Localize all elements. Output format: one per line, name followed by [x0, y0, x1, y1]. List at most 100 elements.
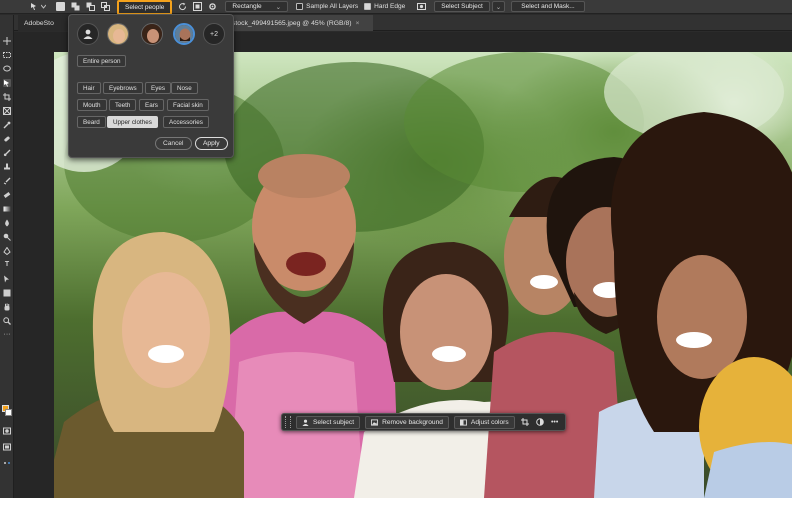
edit-toolbar-icon[interactable] — [3, 459, 11, 467]
image-icon — [371, 418, 379, 426]
dodge-tool-icon[interactable] — [3, 233, 11, 241]
crop-tool-icon[interactable] — [3, 93, 11, 101]
zoom-tool-icon[interactable] — [3, 317, 11, 325]
select-and-mask-button[interactable]: Select and Mask... — [511, 1, 585, 12]
chip-hair[interactable]: Hair — [77, 82, 101, 94]
chip-ears[interactable]: Ears — [139, 99, 164, 111]
clone-stamp-tool-icon[interactable] — [3, 163, 11, 171]
chip-entire-person[interactable]: Entire person — [77, 55, 127, 67]
more-options-icon[interactable]: ••• — [550, 417, 560, 427]
chip-label: Teeth — [115, 101, 131, 109]
chevron-down-icon[interactable] — [40, 2, 47, 11]
brush-tool-icon[interactable] — [3, 149, 11, 157]
chip-upper-clothes[interactable]: Upper clothes — [107, 116, 158, 128]
photoshop-window: Select people Rectangle ⌄ Sample All Lay… — [0, 0, 792, 498]
hard-edge-checkbox[interactable] — [364, 3, 372, 10]
select-subject-dropdown[interactable]: ⌄ — [491, 1, 506, 12]
tab-document-1[interactable]: AdobeSto — [18, 15, 74, 31]
chip-label: Nose — [177, 84, 192, 92]
chip-label: Beard — [83, 118, 100, 126]
remove-background-button[interactable]: Remove background — [365, 415, 449, 429]
object-selection-tool-icon[interactable] — [30, 2, 39, 11]
cancel-label: Cancel — [163, 140, 184, 147]
chip-label: Hair — [83, 84, 95, 92]
person-avatar-3[interactable] — [173, 23, 195, 45]
type-tool-icon[interactable]: T — [3, 261, 11, 269]
sample-all-layers-label: Sample All Layers — [306, 3, 359, 10]
chip-mouth[interactable]: Mouth — [77, 99, 107, 111]
chip-eyes[interactable]: Eyes — [145, 82, 171, 94]
chip-eyebrows[interactable]: Eyebrows — [103, 82, 143, 94]
refresh-icon[interactable] — [178, 2, 187, 11]
chip-facial-skin[interactable]: Facial skin — [167, 99, 209, 111]
screen-mode-icon[interactable] — [3, 443, 11, 451]
person-icon — [302, 419, 309, 426]
eyedropper-tool-icon[interactable] — [3, 121, 11, 129]
chip-label: Entire person — [83, 57, 121, 65]
sample-all-layers-checkbox[interactable] — [296, 3, 304, 10]
people-icon-button[interactable] — [77, 23, 99, 45]
show-overlay-icon[interactable] — [193, 2, 203, 11]
pen-tool-icon[interactable] — [3, 247, 11, 255]
healing-brush-tool-icon[interactable] — [3, 135, 11, 143]
move-tool-icon[interactable] — [3, 37, 11, 45]
shape-tool-icon[interactable] — [3, 289, 11, 297]
add-to-selection-icon[interactable] — [71, 2, 80, 11]
chip-accessories[interactable]: Accessories — [163, 116, 209, 128]
person-avatar-2[interactable] — [141, 23, 163, 45]
marquee-tool-icon[interactable] — [3, 51, 11, 59]
chip-label: Ears — [145, 101, 158, 109]
more-tools-icon[interactable]: ··· — [3, 331, 11, 339]
chip-teeth[interactable]: Teeth — [109, 99, 137, 111]
drag-handle-icon[interactable] — [285, 416, 291, 428]
apply-label: Apply — [203, 140, 220, 147]
frame-tool-icon[interactable] — [3, 107, 11, 115]
mode-dropdown-label: Rectangle — [232, 3, 262, 10]
person-avatar-1[interactable] — [107, 23, 129, 45]
cancel-button[interactable]: Cancel — [155, 137, 192, 150]
chip-label: Eyebrows — [109, 84, 137, 92]
select-subject-task-label: Select subject — [313, 418, 355, 426]
chevron-down-icon: ⌄ — [275, 3, 282, 11]
more-count-label: +2 — [210, 30, 218, 38]
gear-icon[interactable] — [208, 2, 217, 11]
chip-beard[interactable]: Beard — [77, 116, 106, 128]
path-selection-tool-icon[interactable] — [3, 275, 11, 283]
lasso-tool-icon[interactable] — [3, 65, 11, 73]
gradient-tool-icon[interactable] — [3, 205, 11, 213]
mode-dropdown[interactable]: Rectangle ⌄ — [225, 1, 289, 12]
remove-background-label: Remove background — [382, 418, 443, 426]
intersect-selection-icon[interactable] — [101, 2, 110, 11]
quick-mask-icon[interactable] — [3, 427, 11, 435]
background-color-swatch[interactable] — [5, 409, 12, 416]
person-icon — [83, 29, 93, 39]
more-people-count[interactable]: +2 — [203, 23, 225, 45]
subject-icon[interactable] — [417, 2, 427, 11]
subtract-from-selection-icon[interactable] — [86, 2, 95, 11]
tab-document-active[interactable]: stock_499491565.jpeg @ 45% (RGB/8) × — [226, 15, 374, 31]
object-selection-tool-icon[interactable] — [3, 79, 11, 87]
contrast-icon[interactable] — [535, 417, 545, 427]
chip-label: Mouth — [83, 101, 101, 109]
select-and-mask-label: Select and Mask... — [521, 3, 575, 10]
close-icon[interactable]: × — [356, 20, 360, 27]
blur-tool-icon[interactable] — [3, 219, 11, 227]
chip-label: Eyes — [151, 84, 165, 92]
select-subject-task-button[interactable]: Select subject — [296, 415, 361, 429]
tab-label: stock_499491565.jpeg @ 45% (RGB/8) — [232, 19, 352, 27]
tools-panel: T ··· — [0, 15, 14, 498]
select-subject-button[interactable]: Select Subject — [434, 1, 490, 12]
chip-nose[interactable]: Nose — [171, 82, 198, 94]
new-selection-icon[interactable] — [56, 2, 65, 11]
adjust-colors-button[interactable]: Adjust colors — [453, 415, 515, 429]
history-brush-tool-icon[interactable] — [3, 177, 11, 185]
adjust-icon — [459, 418, 467, 426]
hard-edge-label: Hard Edge — [374, 3, 406, 10]
tab-label: AdobeSto — [24, 19, 54, 27]
chevron-down-icon: ⌄ — [495, 3, 502, 11]
apply-button[interactable]: Apply — [195, 137, 228, 150]
crop-icon[interactable] — [520, 417, 530, 427]
eraser-tool-icon[interactable] — [3, 191, 11, 199]
hand-tool-icon[interactable] — [3, 303, 11, 311]
select-people-button[interactable]: Select people — [117, 0, 173, 15]
